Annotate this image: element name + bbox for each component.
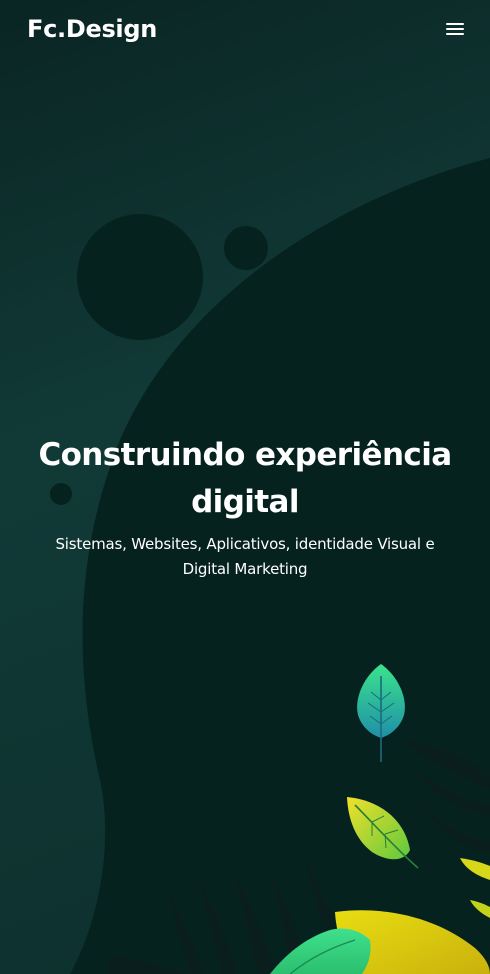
menu-button[interactable] [440,16,470,42]
hero-subtitle: Sistemas, Websites, Aplicativos, identid… [55,535,435,578]
hamburger-menu-icon [446,23,464,35]
hero-section: Construindo experiência digital Sistemas… [0,432,490,582]
page: Fc.Design Construindo experiência digita… [0,0,490,974]
small-circle-shape [224,226,268,270]
large-circle-shape [77,214,203,340]
hero-title: Construindo experiência digital [38,437,452,520]
brand-logo[interactable]: Fc.Design [27,12,157,46]
navbar: Fc.Design [0,0,490,60]
